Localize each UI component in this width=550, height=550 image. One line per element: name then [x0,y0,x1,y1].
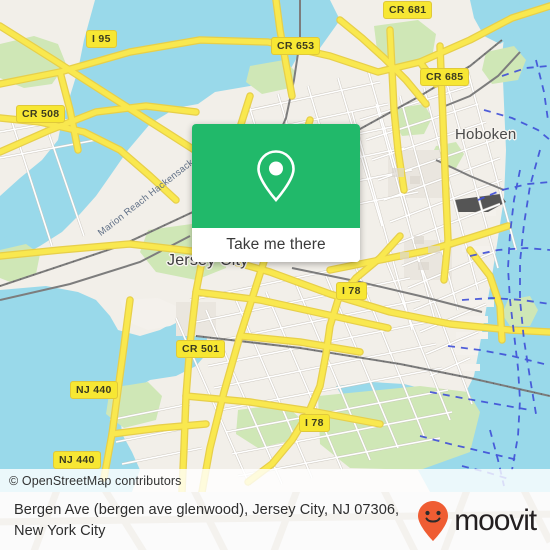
moovit-wordmark: moovit [454,504,537,537]
address-text: Bergen Ave (bergen ave glenwood), Jersey… [14,502,400,539]
map-attribution: © OpenStreetMap contributors [0,469,550,492]
highway-shield: CR 685 [420,68,470,86]
highway-shield: CR 653 [271,37,321,55]
location-card-header [192,124,360,228]
footer-bar: Bergen Ave (bergen ave glenwood), Jersey… [0,492,550,550]
screenshot-root: Hoboken Jersey City Marion Reach Hackens… [0,0,550,550]
map-attribution-text: © OpenStreetMap contributors [9,473,182,488]
location-card[interactable]: Take me there [192,124,360,262]
highway-shield: I 78 [336,282,367,300]
take-me-there-label: Take me there [226,236,326,253]
map-pin-icon [257,150,295,202]
map-canvas[interactable]: Hoboken Jersey City Marion Reach Hackens… [0,0,550,492]
moovit-pin-icon [418,501,449,541]
moovit-logo: moovit [415,499,537,543]
highway-shield: I 95 [86,30,117,48]
highway-shield: NJ 440 [70,381,118,399]
take-me-there-button[interactable]: Take me there [192,228,360,262]
highway-shield: I 78 [299,414,330,432]
highway-shield: CR 501 [176,340,226,358]
highway-shield: CR 508 [16,105,66,123]
highway-shield: NJ 440 [53,451,101,469]
highway-shield: CR 681 [383,1,433,19]
